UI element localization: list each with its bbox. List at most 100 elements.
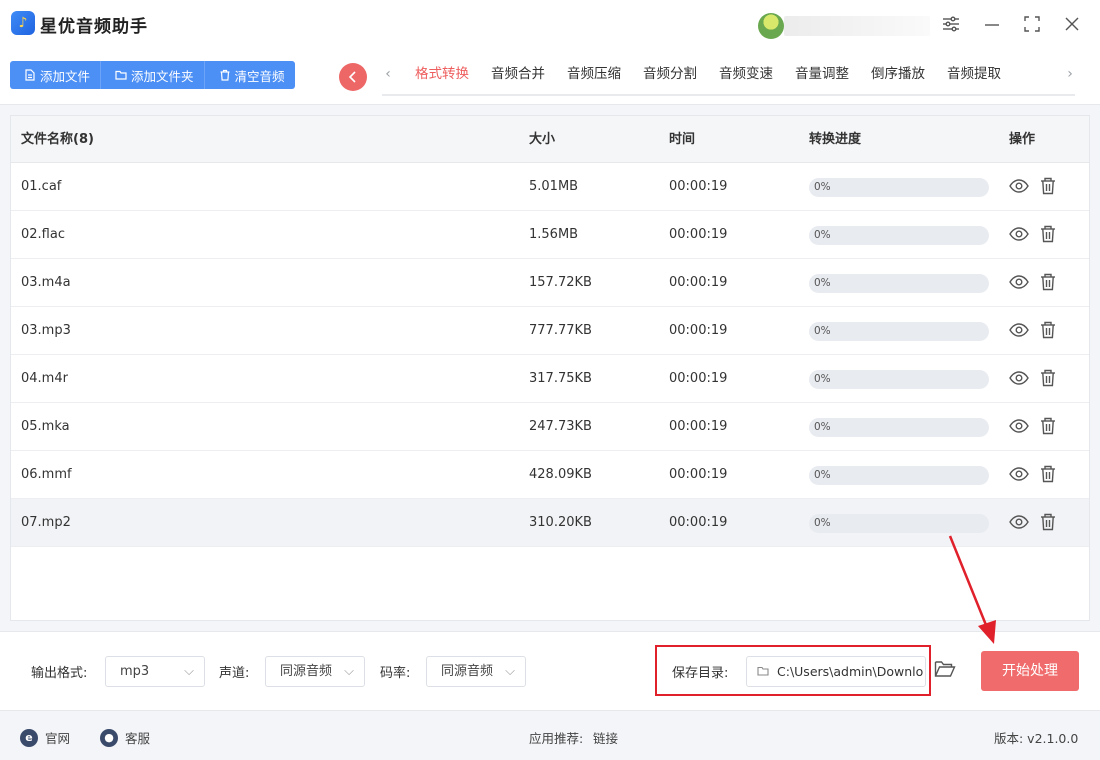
file-name: 03.m4a	[21, 275, 71, 290]
preview-eye-icon[interactable]	[1008, 416, 1030, 436]
channel-label: 声道:	[219, 666, 250, 681]
progress-text: 0%	[814, 229, 831, 241]
file-size: 777.77KB	[529, 323, 592, 338]
chevron-down-icon: ⌵	[344, 664, 354, 679]
collapse-back-button[interactable]	[339, 63, 367, 91]
trash-icon	[220, 69, 230, 81]
header-size: 大小	[529, 132, 556, 147]
settings-sliders-icon[interactable]	[939, 12, 963, 36]
preview-eye-icon[interactable]	[1008, 176, 1030, 196]
tab-audio-speed[interactable]: 音频变速	[708, 50, 784, 95]
add-folder-button[interactable]: 添加文件夹	[101, 61, 205, 89]
save-dir-input[interactable]: C:\Users\admin\Downlo	[746, 656, 926, 687]
add-file-button[interactable]: 添加文件	[10, 61, 102, 89]
website-label: 官网	[45, 731, 71, 746]
chat-bubble-icon: ●	[100, 728, 118, 747]
file-size: 157.72KB	[529, 275, 592, 290]
channel-select[interactable]: 同源音频 ⌵	[265, 656, 365, 687]
output-format-label: 输出格式:	[31, 666, 88, 681]
clear-audio-button[interactable]: 清空音频	[204, 61, 295, 89]
table-row[interactable]: 07.mp2 310.20KB 00:00:19 0%	[11, 499, 1089, 547]
tab-audio-compress[interactable]: 音频压缩	[556, 50, 632, 95]
chevron-down-icon: ⌵	[184, 664, 194, 679]
preview-eye-icon[interactable]	[1008, 272, 1030, 292]
file-duration: 00:00:19	[669, 275, 728, 290]
file-size: 5.01MB	[529, 179, 579, 194]
output-format-select[interactable]: mp3 ⌵	[105, 656, 205, 687]
delete-trash-icon[interactable]	[1037, 464, 1059, 484]
delete-trash-icon[interactable]	[1037, 512, 1059, 532]
table-row[interactable]: 03.mp3 777.77KB 00:00:19 0%	[11, 307, 1089, 355]
header-progress: 转换进度	[809, 132, 862, 147]
file-duration: 00:00:19	[669, 419, 728, 434]
website-link[interactable]: e 官网	[20, 728, 70, 747]
delete-trash-icon[interactable]	[1037, 320, 1059, 340]
file-size: 317.75KB	[529, 371, 592, 386]
table-row[interactable]: 04.m4r 317.75KB 00:00:19 0%	[11, 355, 1089, 403]
delete-trash-icon[interactable]	[1037, 272, 1059, 292]
start-process-button[interactable]: 开始处理	[981, 651, 1079, 691]
file-duration: 00:00:19	[669, 323, 728, 338]
annotation-arrow	[948, 535, 996, 644]
file-size: 310.20KB	[529, 515, 592, 530]
file-name: 06.mmf	[21, 467, 72, 482]
delete-trash-icon[interactable]	[1037, 416, 1059, 436]
table-row[interactable]: 01.caf 5.01MB 00:00:19 0%	[11, 163, 1089, 211]
footer: e 官网 ● 客服 应用推荐: 链接 版本: v2.1.0.0	[0, 712, 1100, 760]
progress-text: 0%	[814, 277, 831, 289]
tabs-scroll-right-icon[interactable]: ›	[1063, 66, 1077, 82]
table-row[interactable]: 05.mka 247.73KB 00:00:19 0%	[11, 403, 1089, 451]
file-name: 03.mp3	[21, 323, 71, 338]
delete-trash-icon[interactable]	[1037, 224, 1059, 244]
bitrate-label: 码率:	[380, 666, 411, 681]
maximize-icon[interactable]	[1020, 12, 1044, 36]
recommend-link[interactable]: 链接	[593, 728, 618, 747]
table-row[interactable]: 06.mmf 428.09KB 00:00:19 0%	[11, 451, 1089, 499]
minimize-icon[interactable]	[980, 12, 1004, 36]
file-size: 428.09KB	[529, 467, 592, 482]
app-title: 星优音频助手	[40, 17, 148, 37]
folder-icon	[115, 70, 127, 80]
preview-eye-icon[interactable]	[1008, 464, 1030, 484]
add-file-label: 添加文件	[40, 68, 91, 84]
preview-eye-icon[interactable]	[1008, 320, 1030, 340]
progress-bar: 0%	[809, 418, 989, 437]
tab-audio-split[interactable]: 音频分割	[632, 50, 708, 95]
save-dir-value: C:\Users\admin\Downlo	[777, 664, 924, 679]
header-time: 时间	[669, 132, 696, 147]
file-duration: 00:00:19	[669, 515, 728, 530]
table-header: 文件名称(8) 大小 时间 转换进度 操作	[11, 116, 1089, 163]
progress-text: 0%	[814, 181, 831, 193]
tab-audio-extract[interactable]: 音频提取	[936, 50, 1012, 95]
file-duration: 00:00:19	[669, 227, 728, 242]
progress-text: 0%	[814, 469, 831, 481]
tabs-scroll-left-icon[interactable]: ‹	[381, 66, 395, 82]
preview-eye-icon[interactable]	[1008, 512, 1030, 532]
bitrate-value: 同源音频	[441, 664, 494, 679]
header-actions: 操作	[1009, 132, 1036, 147]
table-row[interactable]: 03.m4a 157.72KB 00:00:19 0%	[11, 259, 1089, 307]
tab-audio-merge[interactable]: 音频合并	[480, 50, 556, 95]
user-avatar[interactable]	[758, 13, 784, 39]
file-duration: 00:00:19	[669, 179, 728, 194]
tab-reverse-play[interactable]: 倒序播放	[860, 50, 936, 95]
save-dir-label: 保存目录:	[672, 666, 729, 681]
progress-text: 0%	[814, 325, 831, 337]
progress-text: 0%	[814, 421, 831, 433]
delete-trash-icon[interactable]	[1037, 368, 1059, 388]
preview-eye-icon[interactable]	[1008, 368, 1030, 388]
support-label: 客服	[125, 731, 151, 746]
preview-eye-icon[interactable]	[1008, 224, 1030, 244]
table-row[interactable]: 02.flac 1.56MB 00:00:19 0%	[11, 211, 1089, 259]
tab-format-convert[interactable]: 格式转换	[404, 50, 480, 96]
progress-text: 0%	[814, 373, 831, 385]
bitrate-select[interactable]: 同源音频 ⌵	[426, 656, 526, 687]
file-size: 1.56MB	[529, 227, 579, 242]
close-icon[interactable]	[1060, 12, 1084, 36]
output-settings: 输出格式: mp3 ⌵ 声道: 同源音频 ⌵ 码率: 同源音频 ⌵ 保存目录: …	[0, 631, 1100, 711]
folder-open-icon[interactable]	[934, 660, 956, 682]
add-folder-label: 添加文件夹	[131, 68, 194, 84]
support-link[interactable]: ● 客服	[100, 728, 150, 747]
delete-trash-icon[interactable]	[1037, 176, 1059, 196]
tab-volume-adjust[interactable]: 音量调整	[784, 50, 860, 95]
